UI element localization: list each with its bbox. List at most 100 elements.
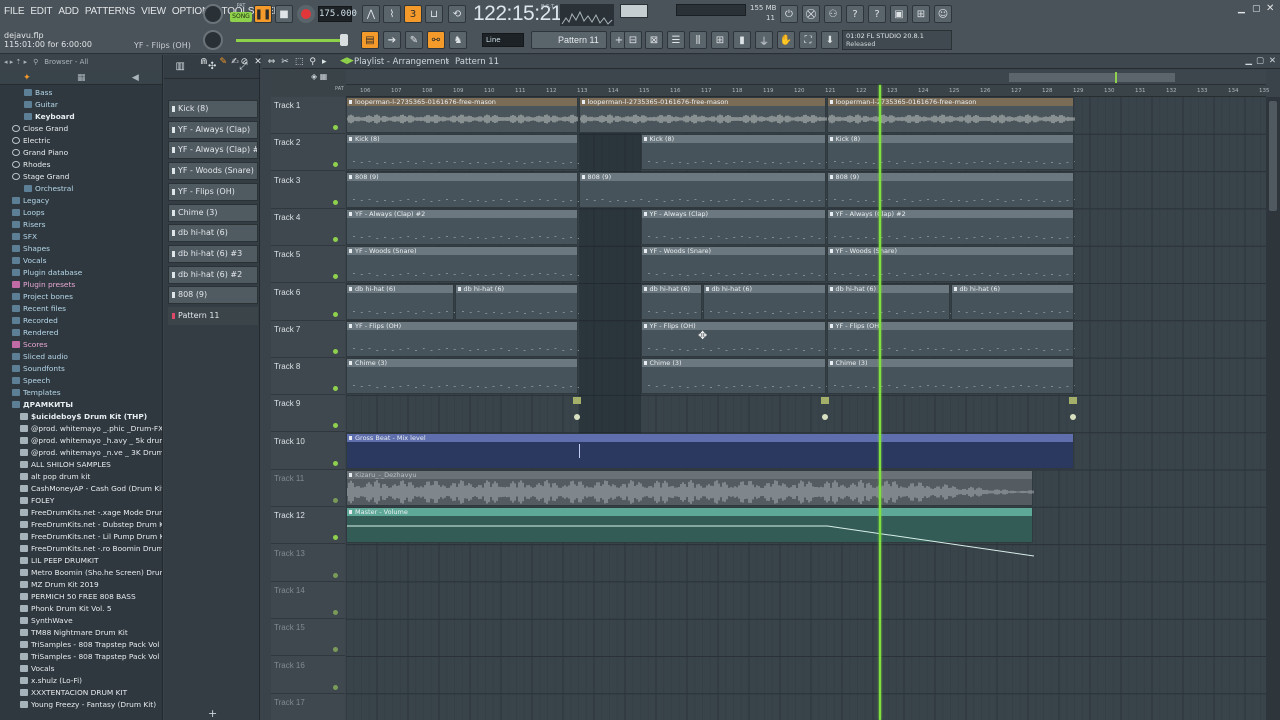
- playlist-clip[interactable]: YF - Always (Clap) #2: [346, 208, 579, 245]
- pat-song-switch[interactable]: PAT SONG: [230, 3, 252, 25]
- wait-input-button[interactable]: ⌇: [383, 5, 401, 23]
- track-mute-led[interactable]: [333, 647, 338, 653]
- browser-item[interactable]: @prod. whitemayo _.phic _Drum-FX Kit: [0, 423, 162, 435]
- track-mute-led[interactable]: [333, 423, 338, 429]
- track-mute-led[interactable]: [333, 386, 338, 392]
- track-header-arrow-icon[interactable]: ◈ ▦: [311, 72, 327, 81]
- save-button[interactable]: ▣: [890, 5, 908, 23]
- scrollbar-thumb[interactable]: [1269, 101, 1277, 211]
- pattern-item[interactable]: Kick (8): [168, 100, 258, 118]
- playlist-clip[interactable]: YF - Woods (Snare): [826, 246, 1075, 283]
- pattern-item[interactable]: db hi-hat (6) #2: [168, 265, 258, 284]
- browser-all-tab-icon[interactable]: ✦: [23, 73, 31, 83]
- track-mute-led[interactable]: [333, 609, 338, 615]
- mixer-toggle-button[interactable]: ⛒: [802, 5, 820, 23]
- help-button[interactable]: ?: [868, 5, 886, 23]
- browser-item[interactable]: TriSamples - 808 Trapstep Pack Vol 1: [0, 639, 162, 651]
- track-header[interactable]: Track 12: [271, 507, 345, 545]
- browser-item[interactable]: Templates: [0, 387, 162, 399]
- browser-item[interactable]: Project bones: [0, 291, 162, 303]
- browser-item[interactable]: CashMoneyAP - Cash God (Drum Kit): [0, 483, 162, 495]
- picker-patterns-icon[interactable]: ▥: [176, 61, 185, 72]
- playlist-clip[interactable]: Kick (8): [826, 134, 1075, 171]
- pattern-item[interactable]: db hi-hat (6): [168, 224, 258, 243]
- track-header[interactable]: Track 13: [271, 545, 345, 582]
- undo-button[interactable]: ⏻: [780, 5, 798, 23]
- overview-strip[interactable]: [346, 70, 1266, 85]
- browser-item[interactable]: MZ Drum Kit 2019: [0, 579, 162, 591]
- playlist-close-icon[interactable]: ✕: [1269, 56, 1276, 66]
- paint-tool-icon[interactable]: ✍: [231, 57, 239, 67]
- browser-item[interactable]: FOLEY: [0, 495, 162, 507]
- browser-item[interactable]: Sliced audio: [0, 351, 162, 363]
- maximize-button[interactable]: ▢: [1252, 4, 1261, 14]
- playlist-grid[interactable]: looperman-l-2735365-0161676-free-mason lo…: [346, 97, 1266, 720]
- delete-tool-icon[interactable]: ⊘: [241, 57, 249, 67]
- browser-item[interactable]: FreeDrumKits.net -.ro Boomin Drum Kit: [0, 543, 162, 555]
- playlist-play-icon[interactable]: ◀▶: [340, 56, 354, 66]
- track-mute-led[interactable]: [333, 348, 338, 354]
- channel-rack-view-button[interactable]: ☰: [667, 31, 685, 49]
- browser-item[interactable]: @prod. whitemayo _h.avy _ 5k drum kit: [0, 435, 162, 447]
- browser-item[interactable]: Plugin database: [0, 267, 162, 279]
- track-header[interactable]: Track 11: [271, 470, 345, 507]
- automation-marker[interactable]: [1068, 397, 1077, 405]
- pattern-item[interactable]: YF - Flips (OH): [168, 182, 258, 201]
- playlist-clip[interactable]: 808 (9): [346, 171, 579, 208]
- menu-view[interactable]: VIEW: [141, 6, 166, 17]
- track-header[interactable]: Track 7: [271, 321, 345, 358]
- menu-patterns[interactable]: PATTERNS: [85, 6, 135, 17]
- metronome-button[interactable]: ⋀: [362, 5, 380, 23]
- playlist-clip[interactable]: 808 (9): [826, 171, 1075, 208]
- track-mute-led[interactable]: [333, 684, 338, 690]
- browser-item[interactable]: @prod. whitemayo _n.ve _ 3K Drum Kit: [0, 447, 162, 459]
- playlist-clip[interactable]: Master - Volume: [346, 507, 1035, 557]
- browser-item[interactable]: TriSamples - 808 Trapstep Pack Vol 2: [0, 651, 162, 663]
- master-volume-knob[interactable]: [203, 4, 223, 24]
- browser-item[interactable]: ДРАМКИТЫ: [0, 399, 162, 411]
- track-mute-led[interactable]: [333, 460, 338, 466]
- loop-record-button[interactable]: ⟲: [448, 5, 466, 23]
- export-button[interactable]: ⊞: [912, 5, 930, 23]
- playlist-clip[interactable]: db hi-hat (6): [702, 283, 827, 320]
- timeline-ruler[interactable]: 106 107 108 109 110 111 112 113 114 115 116 117 118 1…: [346, 85, 1270, 97]
- browser-item[interactable]: Vocals: [0, 255, 162, 267]
- browser-item[interactable]: ALL SHILOH SAMPLES: [0, 459, 162, 471]
- playlist-clip[interactable]: Kizaru_-_Dezhavyu: [346, 470, 1034, 506]
- track-header[interactable]: Track 8: [271, 358, 345, 396]
- mic-button[interactable]: ?: [846, 5, 864, 23]
- browser-item[interactable]: Recorded: [0, 315, 162, 327]
- download-button[interactable]: ⬇: [821, 31, 839, 49]
- browser-item[interactable]: Soundfonts: [0, 363, 162, 375]
- playlist-maximize-icon[interactable]: ▢: [1256, 56, 1264, 66]
- browser-item[interactable]: Metro Boomin (Sho.he Screen) Drumkit: [0, 567, 162, 579]
- playlist-clip[interactable]: Chime (3): [346, 358, 579, 395]
- playlist-clip[interactable]: 808 (9): [578, 171, 827, 208]
- browser-item[interactable]: FreeDrumKits.net - Lil Pump Drum Kit: [0, 531, 162, 543]
- playback-tool-icon[interactable]: ▸: [322, 57, 327, 67]
- playlist-clip[interactable]: db hi-hat (6): [640, 283, 703, 320]
- browser-item[interactable]: Electric: [0, 135, 162, 147]
- automation-marker[interactable]: [820, 397, 829, 405]
- browser-item[interactable]: Keyboard: [0, 111, 162, 123]
- zoom-tool-icon[interactable]: ⚲: [309, 57, 316, 67]
- playlist-clip[interactable]: YF - Woods (Snare): [640, 246, 827, 283]
- playlist-clip[interactable]: YF - Always (Clap): [640, 208, 827, 245]
- track-header[interactable]: Track 9: [271, 395, 345, 433]
- playhead[interactable]: [879, 85, 882, 720]
- news-panel[interactable]: 01:02 FL STUDIO 20.8.1 Released: [842, 30, 952, 50]
- master-volume-handle[interactable]: [340, 34, 348, 46]
- playlist-clip[interactable]: YF - Flips (OH): [826, 320, 1075, 357]
- pattern-item[interactable]: Pattern 11: [168, 307, 258, 325]
- automation-point[interactable]: [573, 414, 580, 421]
- playlist-clip[interactable]: Kick (8): [640, 134, 827, 171]
- song-time-display[interactable]: 122:15:21: [473, 3, 562, 25]
- mixer-view-button[interactable]: ⫼: [689, 31, 707, 49]
- menu-edit[interactable]: EDIT: [30, 6, 52, 17]
- playlist-clip[interactable]: db hi-hat (6): [826, 283, 951, 320]
- browser-item[interactable]: Shapes: [0, 243, 162, 255]
- browser-item[interactable]: x.shulz (Lo-Fi): [0, 675, 162, 687]
- track-mute-led[interactable]: [333, 125, 338, 130]
- select-tool-icon[interactable]: ⬚: [295, 57, 304, 67]
- slice-tool-icon[interactable]: ✂: [281, 57, 289, 67]
